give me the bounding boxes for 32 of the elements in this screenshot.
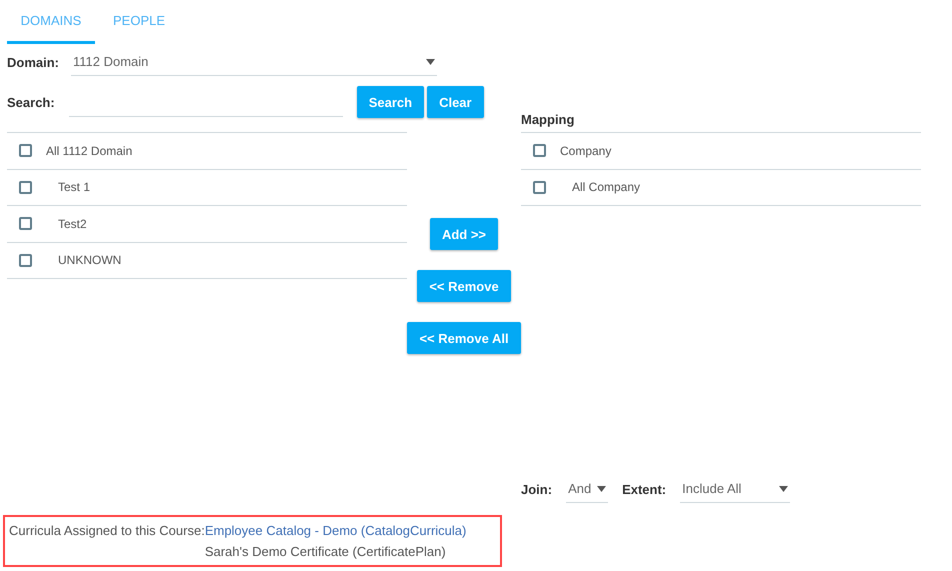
list-item[interactable]: Company: [521, 133, 921, 170]
checkbox[interactable]: [19, 144, 32, 158]
list-item[interactable]: UNKNOWN: [7, 242, 407, 279]
checkbox[interactable]: [19, 180, 32, 194]
caret-icon: [779, 486, 788, 492]
join-select[interactable]: And: [566, 475, 608, 503]
mapping-title: Mapping: [521, 112, 576, 129]
item-label: Test2: [57, 216, 87, 231]
curricula-label: Curricula Assigned to this Course:: [9, 523, 205, 540]
item-label: All Company: [571, 180, 640, 194]
list-item[interactable]: All 1112 Domain: [7, 133, 407, 170]
list-item[interactable]: Test 1: [7, 170, 407, 206]
checkbox[interactable]: [19, 217, 32, 230]
domain-label: Domain:: [7, 54, 59, 70]
item-label: UNKNOWN: [57, 253, 122, 268]
checkbox[interactable]: [19, 254, 32, 267]
item-label: Test 1: [57, 180, 90, 194]
curriculum-link[interactable]: Employee Catalog - Demo (CatalogCurricula): [204, 523, 466, 538]
curriculum-text: Sarah's Demo Certificate (CertificatePlan): [204, 544, 447, 559]
caret-icon: [426, 58, 435, 64]
domain-select[interactable]: 1112 Domain: [71, 48, 437, 76]
extent-label: Extent:: [622, 482, 666, 496]
search-label: Search:: [7, 94, 55, 110]
checkbox[interactable]: [533, 180, 546, 194]
checkbox[interactable]: [533, 144, 546, 158]
item-label: All 1112 Domain: [46, 144, 132, 158]
list-item[interactable]: All Company: [521, 170, 921, 206]
list-item[interactable]: Test2: [7, 206, 407, 242]
extent-select[interactable]: Include All: [680, 475, 790, 503]
item-label: Company: [560, 144, 612, 158]
join-label: Join:: [521, 482, 552, 496]
caret-icon: [597, 486, 606, 492]
